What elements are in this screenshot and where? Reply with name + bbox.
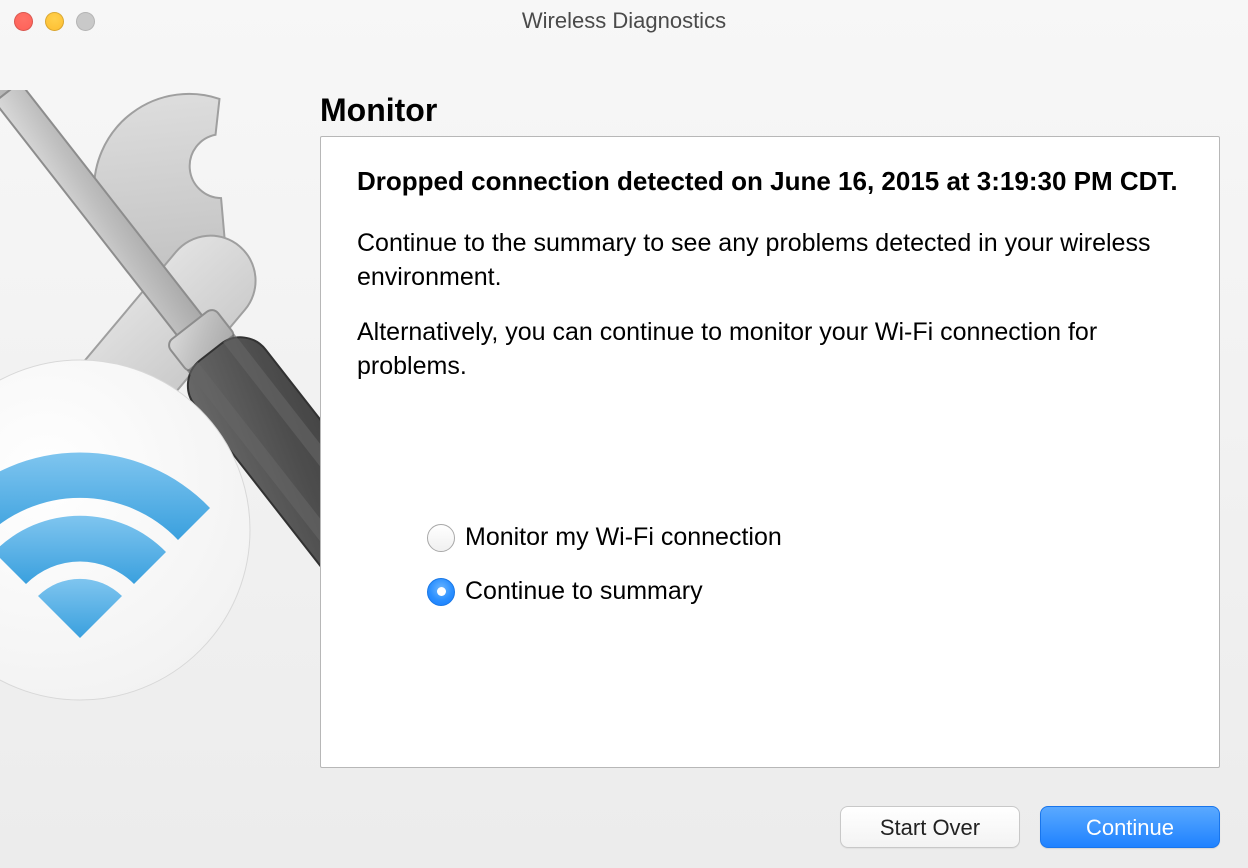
instruction-text-2: Alternatively, you can continue to monit… — [357, 316, 1183, 384]
monitor-options: Monitor my Wi-Fi connection Continue to … — [427, 524, 1183, 606]
wifi-badge-icon — [0, 360, 250, 700]
zoom-window-button — [76, 12, 95, 31]
minimize-window-button[interactable] — [45, 12, 64, 31]
window-controls — [14, 12, 95, 31]
alert-message: Dropped connection detected on June 16, … — [357, 165, 1183, 199]
titlebar: Wireless Diagnostics — [0, 0, 1248, 42]
option-monitor-wifi-label: Monitor my Wi-Fi connection — [465, 525, 782, 550]
option-monitor-wifi[interactable]: Monitor my Wi-Fi connection — [427, 524, 1183, 552]
radio-monitor-wifi[interactable] — [427, 524, 455, 552]
content-panel: Dropped connection detected on June 16, … — [320, 136, 1220, 768]
window-title: Wireless Diagnostics — [522, 8, 726, 34]
instruction-text-1: Continue to the summary to see any probl… — [357, 227, 1183, 295]
option-continue-summary-label: Continue to summary — [465, 579, 703, 604]
continue-button[interactable]: Continue — [1040, 806, 1220, 848]
start-over-button[interactable]: Start Over — [840, 806, 1020, 848]
radio-continue-summary[interactable] — [427, 578, 455, 606]
section-heading: Monitor — [320, 94, 437, 126]
wireless-diagnostics-window: Wireless Diagnostics — [0, 0, 1248, 868]
option-continue-summary[interactable]: Continue to summary — [427, 578, 1183, 606]
dialog-footer: Start Over Continue — [840, 806, 1220, 848]
wrench-icon — [0, 90, 338, 765]
close-window-button[interactable] — [14, 12, 33, 31]
